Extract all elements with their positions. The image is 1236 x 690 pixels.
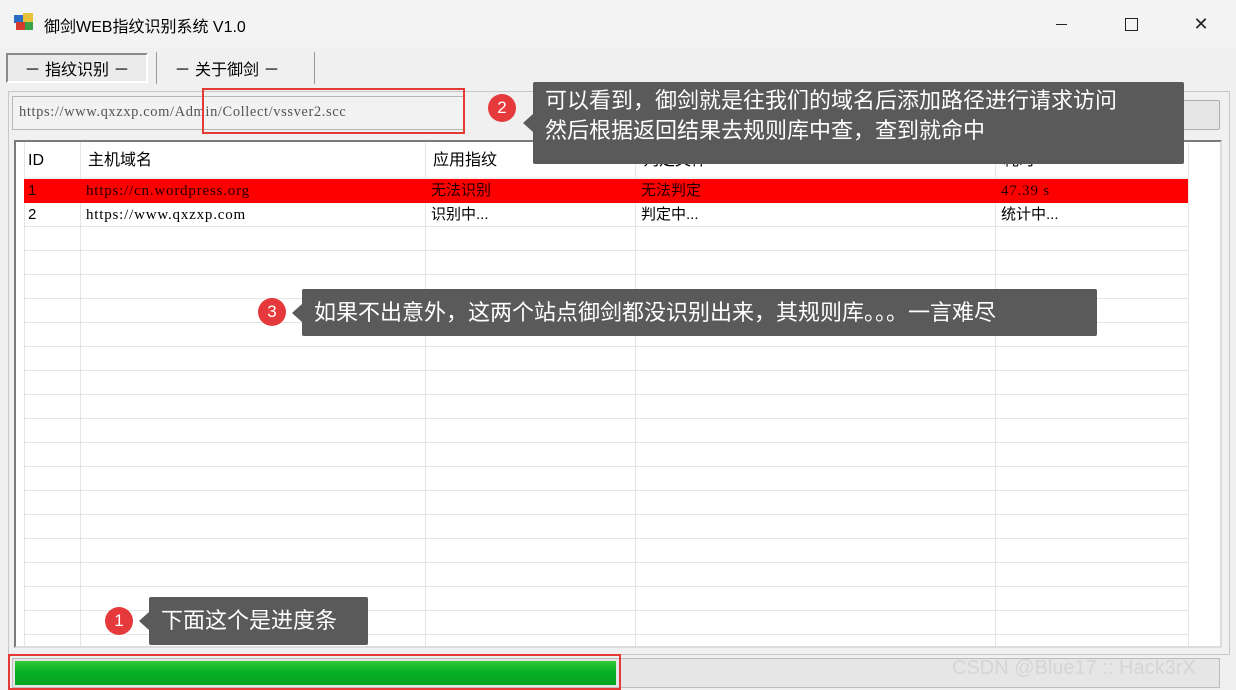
- annotation-callout-3: 如果不出意外，这两个站点御剑都没识别出来，其规则库。。。一言难尽: [292, 289, 1097, 336]
- cell-time: 47.39 s: [1001, 183, 1050, 199]
- table-row[interactable]: 2 https://www.qxzxp.com 识别中... 判定中... 统计…: [24, 203, 1188, 227]
- title-bar: 御剑WEB指纹识别系统 V1.0 ✕: [0, 0, 1236, 48]
- minimize-button[interactable]: [1026, 0, 1096, 48]
- table-row[interactable]: 1 https://cn.wordpress.org 无法识别 无法判定 47.…: [24, 179, 1188, 203]
- annotation-badge-3: 3: [258, 298, 286, 326]
- tab-about[interactable]: － 关于御剑 －: [160, 53, 294, 83]
- maximize-icon: [1124, 17, 1138, 31]
- cell-id: 1: [28, 182, 37, 199]
- cell-file: 判定中...: [641, 206, 699, 223]
- cell-file: 无法判定: [641, 182, 702, 199]
- annotation-badge-1: 1: [105, 607, 133, 635]
- maximize-button[interactable]: [1096, 0, 1166, 48]
- column-header-host[interactable]: 主机域名: [78, 142, 152, 178]
- close-icon: ✕: [1193, 13, 1209, 34]
- cell-id: 2: [28, 206, 37, 223]
- annotation-text-2a: 可以看到，御剑就是往我们的域名后添加路径进行请求访问: [545, 88, 1118, 113]
- results-table[interactable]: ID 主机域名 应用指纹 判定文件 耗时 1 https://cn.wordpr…: [14, 140, 1222, 648]
- watermark: CSDN @Blue17 :: Hack3rX: [952, 657, 1196, 679]
- annotation-text-2b: 然后根据返回结果去规则库中查，查到就命中: [545, 118, 986, 143]
- tab-divider: [314, 52, 315, 84]
- tab-fingerprint[interactable]: － 指纹识别 －: [6, 53, 148, 83]
- app-icon: [14, 13, 34, 31]
- tab-divider: [156, 52, 157, 84]
- cell-time: 统计中...: [1001, 206, 1059, 223]
- progress-highlight-box: [8, 654, 621, 690]
- annotation-badge-2: 2: [488, 94, 516, 122]
- minimize-icon: [1055, 23, 1067, 25]
- column-header-id[interactable]: ID: [18, 142, 44, 178]
- annotation-callout-2: 可以看到，御剑就是往我们的域名后添加路径进行请求访问 然后根据返回结果去规则库中…: [523, 82, 1184, 164]
- window-title: 御剑WEB指纹识别系统 V1.0: [44, 19, 246, 36]
- column-header-fingerprint[interactable]: 应用指纹: [423, 142, 497, 178]
- annotation-callout-1: 下面这个是进度条: [139, 597, 368, 645]
- cell-fingerprint: 识别中...: [431, 206, 489, 223]
- cell-host: https://www.qxzxp.com: [86, 207, 246, 223]
- tab-strip: － 指纹识别 － － 关于御剑 －: [0, 50, 1236, 86]
- cell-fingerprint: 无法识别: [431, 182, 492, 199]
- close-button[interactable]: ✕: [1166, 0, 1236, 48]
- cell-host: https://cn.wordpress.org: [86, 183, 250, 199]
- url-highlight-box: [202, 88, 465, 134]
